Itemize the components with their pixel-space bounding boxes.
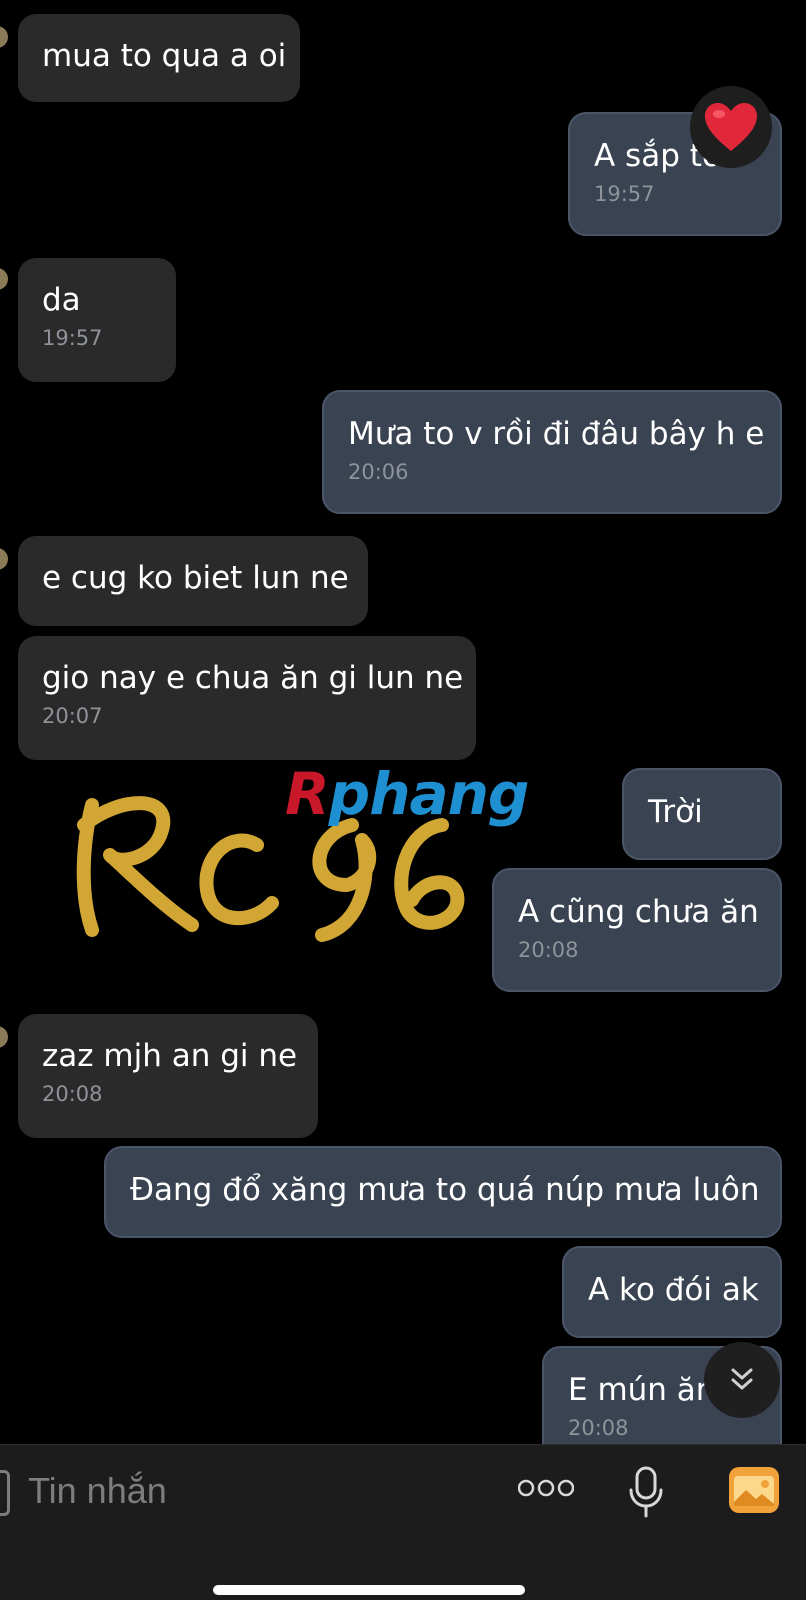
message-input[interactable]: Tin nhắn <box>28 1470 167 1512</box>
message-composer: Tin nhắn <box>0 1444 806 1600</box>
avatar[interactable] <box>0 26 8 48</box>
watermark-brand: Rphang <box>285 760 529 828</box>
message-text: da <box>42 282 81 318</box>
message-text: A cũng chưa ăn <box>518 894 759 930</box>
message-text: A ko đói ak <box>588 1272 759 1308</box>
message-time: 19:57 <box>42 326 103 350</box>
message-time: 20:08 <box>568 1416 629 1440</box>
incoming-message[interactable]: zaz mjh an gi ne 20:08 <box>18 1014 318 1138</box>
incoming-message[interactable]: e cug ko biet lun ne <box>18 536 368 626</box>
message-text: Đang đổ xăng mưa to quá núp mưa luôn <box>130 1172 760 1208</box>
scroll-to-bottom-button[interactable] <box>704 1342 780 1418</box>
more-icon[interactable] <box>517 1478 575 1502</box>
incoming-message[interactable]: da 19:57 <box>18 258 176 382</box>
home-indicator <box>213 1585 525 1595</box>
message-text: gio nay e chua ăn gi lun ne <box>42 660 464 696</box>
incoming-message[interactable]: mua to qua a oi <box>18 14 300 102</box>
emoji-icon[interactable] <box>0 1470 10 1516</box>
message-text: e cug ko biet lun ne <box>42 560 349 596</box>
message-text: Mưa to v rồi đi đâu bây h e <box>348 416 765 452</box>
incoming-message[interactable]: gio nay e chua ăn gi lun ne 20:07 <box>18 636 476 760</box>
heart-icon <box>705 103 757 151</box>
chevron-double-down-icon <box>731 1368 753 1390</box>
outgoing-message[interactable]: Trời <box>622 768 782 860</box>
photo-gallery-icon[interactable] <box>728 1466 780 1518</box>
message-time: 19:57 <box>594 182 655 206</box>
message-time: 20:06 <box>348 460 409 484</box>
message-time: 20:08 <box>42 1082 103 1106</box>
avatar[interactable] <box>0 1026 8 1048</box>
message-text: mua to qua a oi <box>42 38 287 74</box>
message-text: zaz mjh an gi ne <box>42 1038 298 1074</box>
microphone-icon[interactable] <box>628 1466 664 1522</box>
message-time: 20:07 <box>42 704 103 728</box>
outgoing-message[interactable]: Đang đổ xăng mưa to quá núp mưa luôn <box>104 1146 782 1238</box>
message-text: Trời <box>648 794 703 830</box>
divider <box>0 1444 806 1445</box>
outgoing-message[interactable]: A cũng chưa ăn 20:08 <box>492 868 782 992</box>
message-time: 20:08 <box>518 938 579 962</box>
outgoing-message[interactable]: A ko đói ak <box>562 1246 782 1338</box>
reaction-badge[interactable] <box>690 86 772 168</box>
avatar[interactable] <box>0 268 8 290</box>
avatar[interactable] <box>0 548 8 570</box>
outgoing-message[interactable]: Mưa to v rồi đi đâu bây h e 20:06 <box>322 390 782 514</box>
